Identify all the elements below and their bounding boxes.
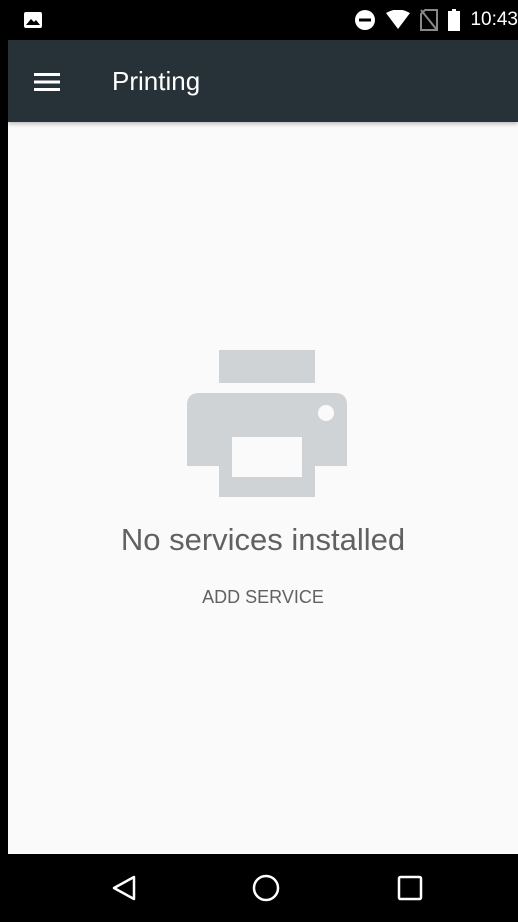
app-bar: Printing bbox=[8, 40, 518, 122]
wifi-icon bbox=[386, 10, 411, 30]
status-time: 10:43 bbox=[470, 9, 518, 30]
printer-icon bbox=[185, 350, 349, 498]
empty-state-message: No services installed bbox=[120, 522, 406, 557]
hamburger-menu-icon[interactable] bbox=[28, 63, 66, 101]
navigation-bar bbox=[8, 854, 518, 922]
add-service-button[interactable]: ADD SERVICE bbox=[188, 582, 338, 612]
no-sim-icon bbox=[420, 9, 439, 31]
battery-icon bbox=[448, 9, 461, 31]
gallery-icon bbox=[24, 12, 42, 28]
recents-icon[interactable] bbox=[390, 868, 430, 908]
do-not-disturb-icon bbox=[354, 9, 376, 31]
screen: 10:43 Printing No services installed ADD… bbox=[8, 0, 518, 922]
home-icon[interactable] bbox=[246, 868, 286, 908]
empty-state: No services installed ADD SERVICE bbox=[8, 122, 518, 854]
status-icons: 10:43 bbox=[344, 0, 518, 40]
page-title: Printing bbox=[112, 66, 201, 96]
back-icon[interactable] bbox=[104, 868, 144, 908]
status-bar: 10:43 bbox=[8, 0, 518, 40]
